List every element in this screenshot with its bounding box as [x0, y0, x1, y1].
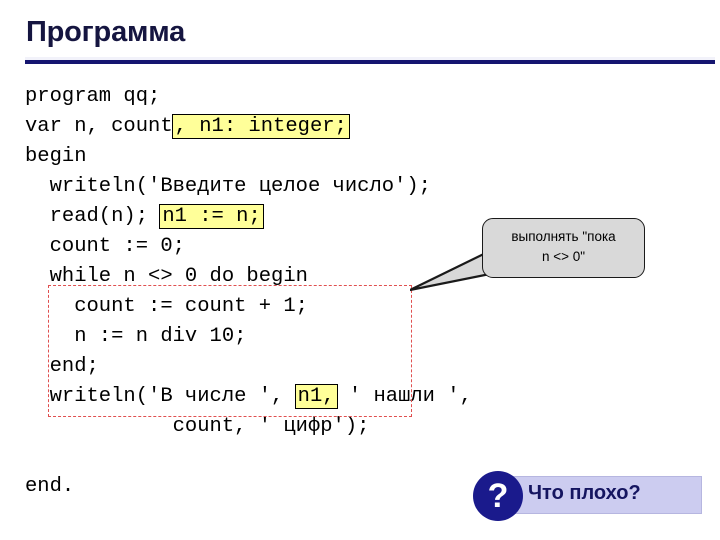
code-text: program qq;	[25, 85, 161, 108]
question-banner-label: Что плохо?	[528, 482, 641, 504]
code-highlight-chip: n1 := n;	[159, 204, 264, 229]
code-line: n := n div 10;	[25, 322, 705, 352]
question-mark-icon: ?	[487, 477, 509, 515]
code-line: begin	[25, 142, 705, 172]
code-text: n := n div 10;	[25, 325, 247, 348]
callout-bubble: выполнять "пока n <> 0"	[410, 218, 645, 292]
page-title: Программа	[26, 16, 186, 48]
code-text: while n <> 0 do begin	[25, 265, 308, 288]
code-line: end;	[25, 352, 705, 382]
code-line: count, ' цифр');	[25, 412, 705, 442]
code-highlight-chip: n1,	[294, 384, 338, 409]
code-highlight-chip: , n1: integer;	[171, 114, 350, 139]
code-line: count := count + 1;	[25, 292, 705, 322]
code-text: end.	[25, 475, 75, 498]
question-banner[interactable]: ? Что плохо?	[470, 470, 705, 525]
code-text: count := 0;	[25, 235, 185, 258]
code-text: writeln('В числе ',	[25, 385, 296, 408]
code-listing: program qq; var n, count, n1: integer; beg…	[25, 82, 705, 502]
code-text: var n, count	[25, 115, 173, 138]
code-line: writeln('Введите целое число');	[25, 172, 705, 202]
code-text: read(n);	[25, 205, 161, 228]
code-line: writeln('В числе ', n1, ' нашли ',	[25, 382, 705, 412]
code-line: program qq;	[25, 82, 705, 112]
code-text: writeln('Введите целое число');	[25, 175, 431, 198]
code-text: begin	[25, 145, 87, 168]
code-line: var n, count, n1: integer;	[25, 112, 705, 142]
title-divider	[25, 60, 715, 64]
code-text: end;	[25, 355, 99, 378]
code-text: ' нашли ',	[336, 385, 472, 408]
code-text: count, ' цифр');	[25, 415, 370, 438]
callout-text: выполнять "пока n <> 0"	[511, 229, 616, 264]
code-text: count := count + 1;	[25, 295, 308, 318]
